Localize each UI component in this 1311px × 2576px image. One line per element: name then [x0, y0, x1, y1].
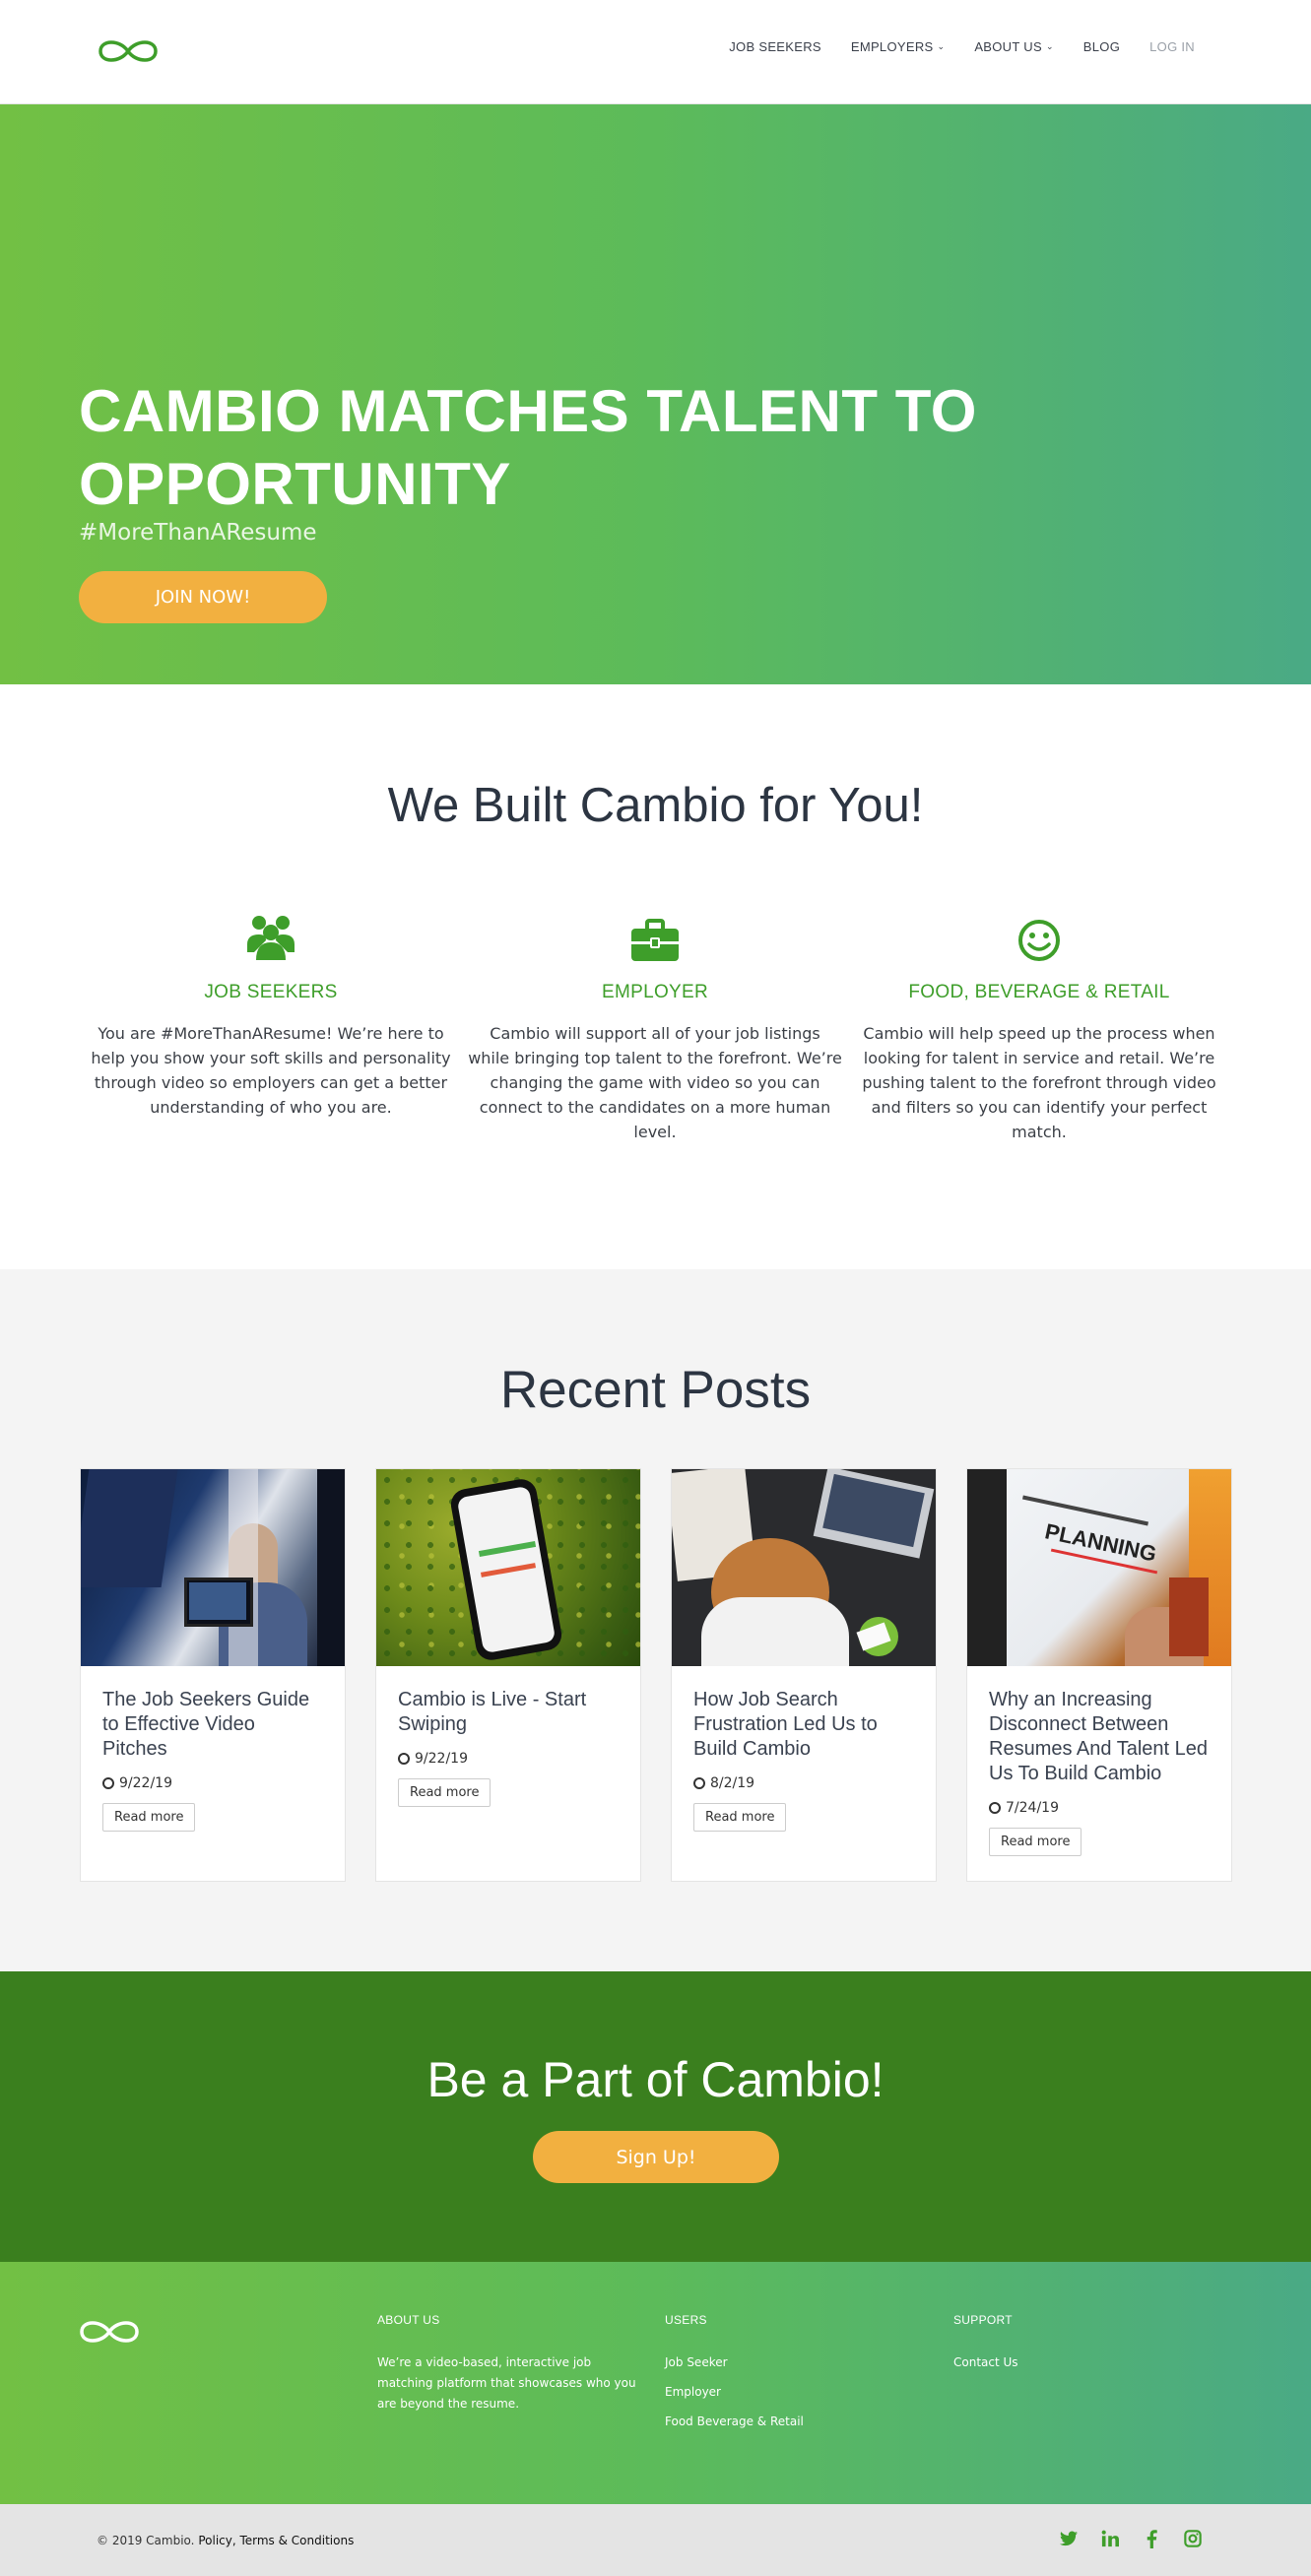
footer-about-text: We’re a video-based, interactive job mat…: [377, 2355, 636, 2411]
feature-title: JOB SEEKERS: [204, 982, 338, 1002]
feature-employer: EMPLOYER Cambio will support all of your…: [468, 909, 842, 1144]
footer-link-contact-us[interactable]: Contact Us: [953, 2352, 1018, 2373]
clock-icon: [102, 1777, 114, 1789]
hero-tagline: #MoreThanAResume: [79, 520, 317, 546]
clock-icon: [989, 1802, 1001, 1814]
post-image[interactable]: [376, 1469, 640, 1666]
read-more-button[interactable]: Read more: [102, 1803, 196, 1832]
footer-link-job-seeker[interactable]: Job Seeker: [665, 2352, 804, 2373]
footer-support-column: SUPPORT Contact Us: [953, 2313, 1018, 2382]
instagram-icon[interactable]: [1183, 2529, 1203, 2548]
top-navigation: JOB SEEKERS EMPLOYERS ⌄ ABOUT US ⌄ BLOG LO…: [0, 0, 1311, 104]
footer-users-links: Job Seeker Employer Food Beverage & Reta…: [665, 2352, 804, 2432]
feature-title: EMPLOYER: [602, 982, 708, 1002]
footer-link-employer[interactable]: Employer: [665, 2382, 804, 2403]
cambio-logo-icon[interactable]: [77, 2316, 142, 2348]
recent-posts-title: Recent Posts: [499, 1361, 812, 1419]
features-title: We Built Cambio for You!: [387, 779, 924, 832]
nav-job-seekers[interactable]: JOB SEEKERS: [729, 39, 821, 54]
read-more-button[interactable]: Read more: [693, 1803, 787, 1832]
nav-blog[interactable]: BLOG: [1083, 39, 1120, 54]
feature-job-seekers: JOB SEEKERS You are #MoreThanAResume! We…: [84, 909, 458, 1120]
social-links: [1059, 2529, 1203, 2548]
feature-text: You are #MoreThanAResume! We’re here to …: [91, 1024, 451, 1117]
copyright-text: © 2019 Cambio.: [97, 2534, 195, 2547]
chevron-down-icon: ⌄: [1045, 41, 1054, 51]
feature-text: Cambio will help speed up the process wh…: [862, 1024, 1216, 1141]
footer-heading: USERS: [665, 2313, 707, 2327]
nav-about-us[interactable]: ABOUT US ⌄: [974, 39, 1053, 54]
post-image[interactable]: [81, 1469, 345, 1666]
footer-users-column: USERS Job Seeker Employer Food Beverage …: [665, 2313, 804, 2441]
facebook-icon[interactable]: [1142, 2529, 1161, 2548]
cta-title: Be a Part of Cambio!: [426, 2052, 885, 2107]
nav-label: ABOUT US: [974, 39, 1042, 54]
cta-section: Be a Part of Cambio! Sign Up!: [0, 1971, 1311, 2262]
smile-icon: [852, 909, 1226, 962]
main-menu: JOB SEEKERS EMPLOYERS ⌄ ABOUT US ⌄ BLOG LO…: [729, 39, 1195, 54]
read-more-button[interactable]: Read more: [989, 1828, 1082, 1856]
post-card[interactable]: How Job Search Frustration Led Us to Bui…: [671, 1468, 937, 1882]
post-card[interactable]: Cambio is Live - Start Swiping 9/22/19 R…: [375, 1468, 641, 1882]
post-date-text: 9/22/19: [415, 1751, 468, 1767]
sign-up-button[interactable]: Sign Up!: [533, 2131, 779, 2183]
post-date-text: 9/22/19: [119, 1775, 172, 1791]
post-title[interactable]: Cambio is Live - Start Swiping: [398, 1688, 619, 1737]
clock-icon: [693, 1777, 705, 1789]
footer-support-links: Contact Us: [953, 2352, 1018, 2373]
post-image[interactable]: PLANNING: [967, 1469, 1231, 1666]
read-more-button[interactable]: Read more: [398, 1778, 492, 1807]
nav-label: JOB SEEKERS: [729, 39, 821, 54]
feature-title: FOOD, BEVERAGE & RETAIL: [908, 982, 1170, 1002]
footer: ABOUT US We’re a video-based, interactiv…: [0, 2262, 1311, 2504]
nav-label: LOG IN: [1149, 39, 1195, 54]
footer-heading: SUPPORT: [953, 2313, 1013, 2327]
users-icon: [84, 909, 458, 962]
nav-log-in[interactable]: LOG IN: [1149, 39, 1195, 54]
copyright: © 2019 Cambio. Policy, Terms & Condition…: [97, 2534, 354, 2547]
linkedin-icon[interactable]: [1100, 2529, 1120, 2548]
post-date-text: 8/2/19: [710, 1775, 755, 1791]
nav-employers[interactable]: EMPLOYERS ⌄: [851, 39, 945, 54]
cambio-logo-icon[interactable]: [95, 35, 162, 67]
policy-terms-link[interactable]: Policy, Terms & Conditions: [198, 2534, 354, 2547]
post-date: 8/2/19: [693, 1775, 914, 1791]
hero-title: CAMBIO MATCHES TALENT TO OPPORTUNITY: [79, 378, 977, 517]
hero-section: CAMBIO MATCHES TALENT TO OPPORTUNITY #Mo…: [0, 104, 1311, 684]
footer-link-food-beverage-retail[interactable]: Food Beverage & Retail: [665, 2412, 804, 2432]
join-now-button[interactable]: JOIN NOW!: [79, 571, 327, 623]
feature-text: Cambio will support all of your job list…: [468, 1024, 842, 1141]
recent-posts-section: Recent Posts The Job Seekers Guide to Ef…: [0, 1269, 1311, 1971]
post-title[interactable]: How Job Search Frustration Led Us to Bui…: [693, 1688, 914, 1762]
nav-label: BLOG: [1082, 39, 1121, 54]
briefcase-icon: [468, 909, 842, 962]
post-date: 9/22/19: [102, 1775, 323, 1791]
post-date: 9/22/19: [398, 1751, 619, 1767]
post-date-text: 7/24/19: [1006, 1800, 1059, 1816]
post-image[interactable]: [672, 1469, 936, 1666]
post-title[interactable]: The Job Seekers Guide to Effective Video…: [102, 1688, 323, 1762]
nav-label: EMPLOYERS: [850, 39, 934, 54]
chevron-down-icon: ⌄: [937, 41, 946, 51]
post-card[interactable]: PLANNING Why an Increasing Disconnect Be…: [966, 1468, 1232, 1882]
bottom-bar: © 2019 Cambio. Policy, Terms & Condition…: [0, 2504, 1311, 2576]
feature-food-beverage-retail: FOOD, BEVERAGE & RETAIL Cambio will help…: [852, 909, 1226, 1144]
post-date: 7/24/19: [989, 1800, 1210, 1816]
twitter-icon[interactable]: [1059, 2529, 1079, 2548]
post-card[interactable]: The Job Seekers Guide to Effective Video…: [80, 1468, 346, 1882]
post-title[interactable]: Why an Increasing Disconnect Between Res…: [989, 1688, 1210, 1786]
footer-heading: ABOUT US: [377, 2313, 440, 2327]
footer-about-column: ABOUT US We’re a video-based, interactiv…: [377, 2313, 643, 2415]
features-section: We Built Cambio for You! JOB SEEKERS You…: [0, 684, 1311, 1269]
clock-icon: [398, 1753, 410, 1765]
